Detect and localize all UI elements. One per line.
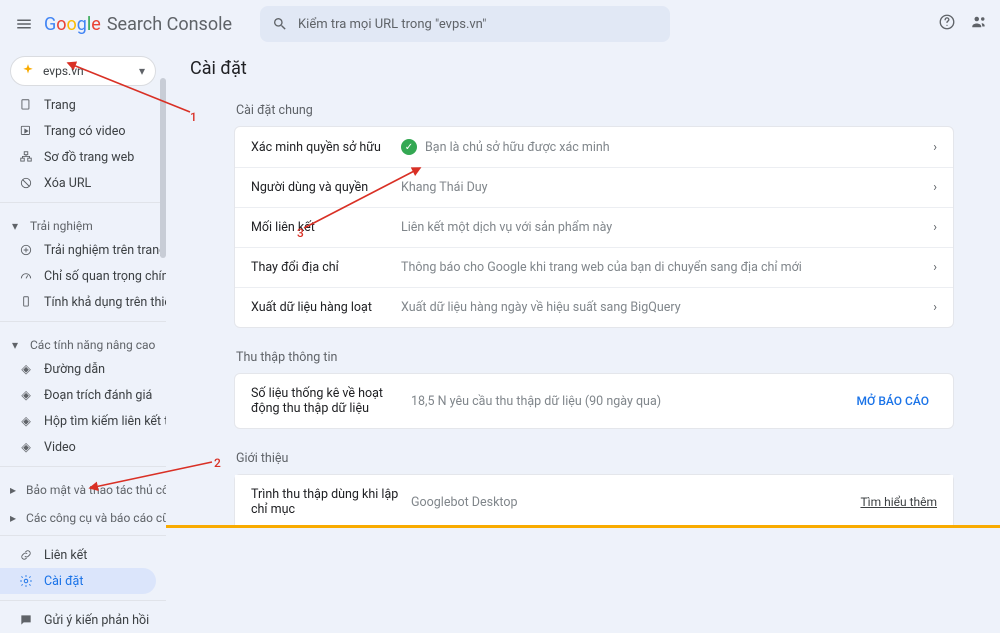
chevron-down-icon: ▾ <box>139 64 145 78</box>
url-inspect-search[interactable]: Kiểm tra mọi URL trong "evps.vn" <box>260 6 670 42</box>
chevron-down-icon: ▾ <box>10 338 20 352</box>
page-title: Cài đặt <box>190 58 972 79</box>
row-change-address[interactable]: Thay đổi địa chỉ Thông báo cho Google kh… <box>235 248 953 288</box>
property-selector[interactable]: evps.vn ▾ <box>10 56 156 86</box>
header-actions <box>938 13 988 35</box>
nav-section-experience[interactable]: ▾Trải nghiệm <box>0 209 166 237</box>
nav-review-snippets[interactable]: ◈Đoạn trích đánh giá <box>0 382 166 408</box>
nav-mobile-usability[interactable]: Tính khả dụng trên thiế... <box>0 289 166 315</box>
nav-list: Trang Trang có video Sơ đồ trang web Xóa… <box>0 92 166 633</box>
mobile-icon <box>18 294 34 310</box>
block-icon <box>18 175 34 191</box>
hamburger-menu-icon[interactable] <box>12 12 36 36</box>
nav-video-pages[interactable]: Trang có video <box>0 118 166 144</box>
page-icon <box>18 97 34 113</box>
section-crawl-label: Thu thập thông tin <box>194 350 972 365</box>
video-icon: ◈ <box>18 439 34 455</box>
open-report-button[interactable]: MỞ BÁO CÁO <box>849 388 938 414</box>
row-associations[interactable]: Mối liên kết Liên kết một dịch vụ với sả… <box>235 208 953 248</box>
top-bar: Google Search Console Kiểm tra mọi URL t… <box>0 0 1000 48</box>
search-icon <box>272 16 288 32</box>
sitemap-icon <box>18 149 34 165</box>
property-name: evps.vn <box>43 64 84 78</box>
section-intro-label: Giới thiệu <box>194 451 972 466</box>
check-circle-icon: ✓ <box>401 139 417 155</box>
chevron-right-icon: ▸ <box>10 483 16 497</box>
chevron-right-icon: › <box>933 260 937 275</box>
link-icon <box>18 547 34 563</box>
chevron-right-icon: › <box>933 220 937 235</box>
card-crawl: Số liệu thống kê về hoạt động thu thập d… <box>234 373 954 429</box>
section-general-label: Cài đặt chung <box>194 103 972 118</box>
main-content: Cài đặt Cài đặt chung Xác minh quyền sở … <box>166 48 1000 528</box>
nav-section-enhancements[interactable]: ▾Các tính năng nâng cao <box>0 328 166 356</box>
nav-pages[interactable]: Trang <box>0 92 166 118</box>
card-intro: Trình thu thập dùng khi lập chỉ mục Goog… <box>234 474 954 528</box>
chevron-right-icon: › <box>933 300 937 315</box>
gear-icon <box>18 573 34 589</box>
nav-breadcrumbs[interactable]: ◈Đường dẫn <box>0 356 166 382</box>
card-general: Xác minh quyền sở hữu ✓Bạn là chủ sở hữu… <box>234 126 954 328</box>
nav-feedback[interactable]: Gửi ý kiến phản hồi <box>0 607 166 633</box>
product-logo: Google Search Console <box>44 14 232 35</box>
nav-page-experience[interactable]: Trải nghiệm trên trang <box>0 237 166 263</box>
nav-settings[interactable]: Cài đặt <box>0 568 156 594</box>
chevron-right-icon: ▸ <box>10 511 16 525</box>
chevron-right-icon: › <box>933 180 937 195</box>
row-indexing-crawler: Trình thu thập dùng khi lập chỉ mục Goog… <box>235 475 953 528</box>
breadcrumb-icon: ◈ <box>18 361 34 377</box>
search-placeholder: Kiểm tra mọi URL trong "evps.vn" <box>298 17 486 32</box>
video-page-icon <box>18 123 34 139</box>
row-users-permissions[interactable]: Người dùng và quyền Khang Thái Duy › <box>235 168 953 208</box>
sitelinks-icon: ◈ <box>18 413 34 429</box>
chevron-down-icon: ▾ <box>10 219 20 233</box>
nav-core-web-vitals[interactable]: Chỉ số quan trọng chính... <box>0 263 166 289</box>
row-crawl-stats[interactable]: Số liệu thống kê về hoạt động thu thập d… <box>235 374 953 428</box>
speed-icon <box>18 268 34 284</box>
nav-videos[interactable]: ◈Video <box>0 434 166 460</box>
learn-more-link[interactable]: Tìm hiểu thêm <box>860 495 937 509</box>
review-icon: ◈ <box>18 387 34 403</box>
nav-sitemaps[interactable]: Sơ đồ trang web <box>0 144 166 170</box>
row-ownership-verification[interactable]: Xác minh quyền sở hữu ✓Bạn là chủ sở hữu… <box>235 127 953 168</box>
nav-removals[interactable]: Xóa URL <box>0 170 166 196</box>
nav-section-legacy[interactable]: ▸Các công cụ và báo cáo cũ <box>0 501 166 529</box>
plus-circle-icon <box>18 242 34 258</box>
row-bulk-export[interactable]: Xuất dữ liệu hàng loạt Xuất dữ liệu hàng… <box>235 288 953 327</box>
chevron-right-icon: › <box>933 140 937 155</box>
help-icon[interactable] <box>938 13 956 35</box>
product-name: Search Console <box>107 14 232 35</box>
compass-icon <box>21 63 35 80</box>
nav-section-security[interactable]: ▸Bảo mật và thao tác thủ công <box>0 473 166 501</box>
nav-links[interactable]: Liên kết <box>0 542 166 568</box>
sidebar: evps.vn ▾ Trang Trang có video Sơ đồ tra… <box>0 48 166 528</box>
feedback-icon <box>18 612 34 628</box>
nav-sitelinks-searchbox[interactable]: ◈Hộp tìm kiếm liên kết tr... <box>0 408 166 434</box>
people-icon[interactable] <box>970 13 988 35</box>
